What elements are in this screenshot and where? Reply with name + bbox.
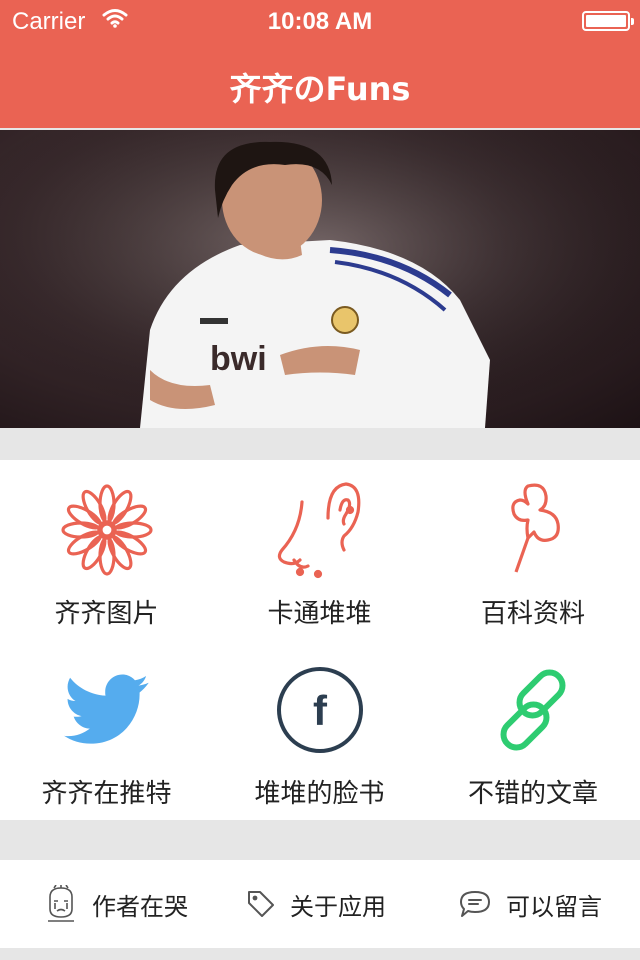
bottom-item-label: 关于应用: [290, 892, 386, 921]
twitter-icon: [63, 674, 149, 744]
bottom-item-message[interactable]: 可以留言: [458, 860, 602, 948]
flower-icon: [60, 484, 153, 576]
facebook-icon: f: [276, 667, 363, 753]
crying-avatar-icon: [48, 885, 74, 922]
grid-item-articles[interactable]: 不错的文章: [426, 640, 640, 820]
grid-item-label: 堆堆的脸书: [254, 779, 385, 809]
bottom-item-label: 可以留言: [506, 892, 602, 921]
battery-icon: [582, 11, 634, 31]
grid-item-label: 齐齐图片: [54, 599, 159, 629]
pushpin-icon: [511, 483, 560, 573]
ear-nose-icon: [277, 482, 360, 579]
grid-item-label: 不错的文章: [467, 779, 598, 809]
svg-text:f: f: [313, 687, 328, 734]
feature-grid: 齐齐图片 卡通堆堆 百科资料 齐齐在推特 f 堆堆的脸书 不错的文章: [0, 460, 640, 820]
link-icon: [500, 669, 566, 751]
banner-image: bwi: [0, 130, 640, 428]
grid-item-cartoon[interactable]: 卡通堆堆: [213, 460, 426, 640]
bottom-item-author[interactable]: 作者在哭: [44, 860, 188, 948]
page-title: 齐齐のFuns: [229, 70, 411, 108]
grid-item-label: 齐齐在推特: [41, 779, 172, 809]
navigation-bar: 齐齐のFuns: [0, 40, 640, 128]
grid-item-twitter[interactable]: 齐齐在推特: [0, 640, 213, 820]
bottom-item-about[interactable]: 关于应用: [246, 860, 386, 948]
grid-item-label: 百科资料: [480, 599, 585, 629]
grid-item-facebook[interactable]: f 堆堆的脸书: [213, 640, 426, 820]
bottom-item-label: 作者在哭: [92, 892, 188, 921]
grid-item-label: 卡通堆堆: [267, 599, 372, 629]
player-photo: bwi: [0, 130, 640, 428]
speech-bubble-icon: [460, 891, 490, 917]
grid-item-wiki[interactable]: 百科资料: [426, 460, 640, 640]
bottom-bar: 作者在哭 关于应用 可以留言: [0, 860, 640, 948]
clock: 10:08 AM: [267, 8, 373, 35]
tag-icon: [248, 891, 274, 917]
svg-text:bwi: bwi: [210, 340, 267, 378]
status-bar: Carrier 10:08 AM: [0, 0, 640, 40]
grid-item-photos[interactable]: 齐齐图片: [0, 460, 213, 640]
